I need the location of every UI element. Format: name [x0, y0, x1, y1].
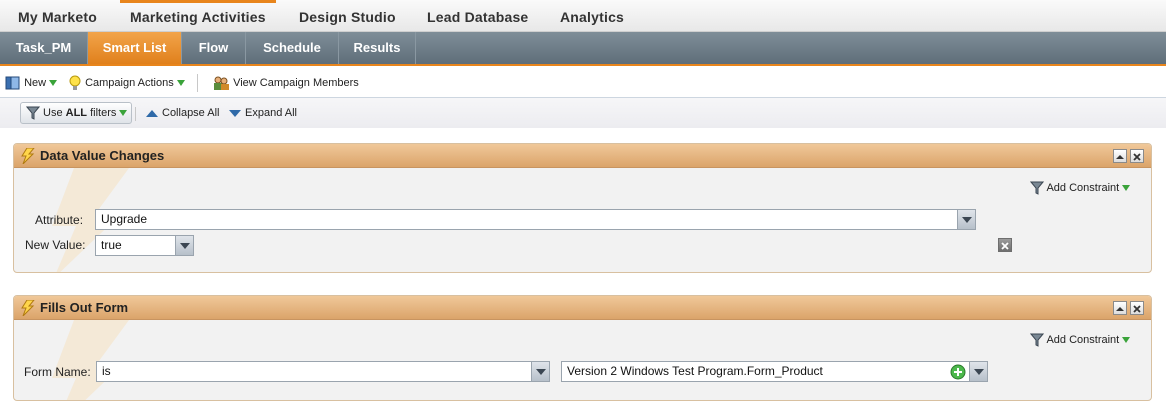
dropdown-arrow-icon [49, 80, 58, 87]
collapse-all-link[interactable]: Collapse All [146, 106, 219, 120]
expand-all-label: Expand All [245, 107, 297, 119]
filterbar-divider [135, 107, 136, 121]
dropdown-arrow-icon [1122, 185, 1131, 191]
nav-lead-database[interactable]: Lead Database [427, 0, 528, 32]
top-navigation: My Marketo Marketing Activities Design S… [0, 0, 1166, 32]
delete-filter-button[interactable] [1130, 149, 1144, 163]
close-icon [1133, 305, 1141, 313]
tab-results[interactable]: Results [339, 32, 416, 64]
form-name-value: Version 2 Windows Test Program.Form_Prod… [567, 364, 823, 378]
filter-panel-fills-out-form: Fills Out Form Add Constraint Form Name:… [13, 295, 1152, 401]
attribute-select[interactable]: Upgrade [95, 209, 976, 230]
collapse-icon [146, 109, 158, 117]
lightning-icon [21, 300, 35, 316]
attribute-value: Upgrade [101, 212, 148, 226]
dropdown-arrow-icon [957, 210, 975, 229]
tab-flow[interactable]: Flow [182, 32, 246, 64]
form-name-label: Form Name: [24, 365, 91, 379]
new-value-select[interactable]: true [95, 235, 194, 256]
dropdown-arrow-icon [969, 362, 987, 381]
toolbar: New Campaign Actions View Campaign Membe… [0, 68, 1166, 98]
form-name-select[interactable]: Version 2 Windows Test Program.Form_Prod… [561, 361, 988, 382]
add-value-icon[interactable] [950, 364, 966, 380]
nav-design-studio[interactable]: Design Studio [299, 0, 396, 32]
tab-schedule[interactable]: Schedule [246, 32, 339, 64]
funnel-icon [1029, 181, 1045, 195]
tab-task-pm[interactable]: Task_PM [0, 32, 88, 64]
close-icon [1133, 153, 1141, 161]
nav-analytics[interactable]: Analytics [560, 0, 624, 32]
campaign-tabs: Task_PM Smart List Flow Schedule Results [0, 32, 1166, 66]
funnel-icon [1029, 333, 1045, 347]
people-icon [214, 76, 229, 91]
dropdown-arrow-icon [176, 80, 185, 87]
new-button[interactable]: New [5, 74, 58, 92]
new-value-label: New Value: [25, 238, 86, 252]
use-all-filters-button[interactable]: Use ALL filters [20, 102, 132, 124]
chevron-up-icon [1116, 307, 1124, 311]
nav-my-marketo[interactable]: My Marketo [18, 0, 97, 32]
new-icon [5, 76, 20, 90]
tab-smart-list[interactable]: Smart List [88, 32, 182, 64]
nav-marketing-activities[interactable]: Marketing Activities [120, 0, 276, 32]
add-constraint-button[interactable]: Add Constraint [1029, 333, 1131, 347]
view-campaign-members-label: View Campaign Members [233, 77, 359, 89]
form-operator-value: is [102, 364, 111, 378]
dropdown-arrow-icon [175, 236, 193, 255]
collapse-filter-button[interactable] [1113, 149, 1127, 163]
add-constraint-label: Add Constraint [1046, 181, 1120, 194]
toolbar-divider [197, 74, 198, 92]
filter-title: Data Value Changes [40, 148, 165, 163]
filter-panel-data-value-changes: Data Value Changes Add Constraint Attrib… [13, 143, 1152, 273]
delete-filter-button[interactable] [1130, 301, 1144, 315]
filter-panel-header: Fills Out Form [14, 296, 1151, 320]
collapse-all-label: Collapse All [162, 107, 220, 119]
remove-constraint-button[interactable] [998, 238, 1012, 252]
filter-logic-bar: Use ALL filters Collapse All Expand All [0, 98, 1166, 128]
lightbulb-icon [69, 75, 81, 91]
close-icon [1001, 242, 1009, 250]
form-operator-select[interactable]: is [96, 361, 550, 382]
campaign-actions-label: Campaign Actions [85, 77, 174, 89]
add-constraint-button[interactable]: Add Constraint [1029, 181, 1131, 195]
filter-title: Fills Out Form [40, 300, 129, 315]
filter-panel-header: Data Value Changes [14, 144, 1151, 168]
use-all-bold: ALL [65, 107, 88, 119]
expand-icon [229, 109, 241, 117]
lightning-icon [21, 148, 35, 164]
expand-all-link[interactable]: Expand All [229, 106, 297, 120]
new-label: New [24, 77, 47, 89]
chevron-up-icon [1116, 155, 1124, 159]
dropdown-arrow-icon [1122, 337, 1131, 343]
collapse-filter-button[interactable] [1113, 301, 1127, 315]
funnel-icon [26, 106, 40, 120]
use-all-prefix: Use [43, 107, 63, 119]
new-value-value: true [101, 238, 122, 252]
campaign-actions-button[interactable]: Campaign Actions [68, 74, 185, 92]
dropdown-arrow-icon [119, 110, 128, 117]
add-constraint-label: Add Constraint [1046, 333, 1120, 346]
use-all-suffix: filters [90, 107, 117, 119]
view-campaign-members-button[interactable]: View Campaign Members [212, 74, 359, 92]
attribute-label: Attribute: [35, 213, 84, 227]
dropdown-arrow-icon [531, 362, 549, 381]
marketo-smart-list-screen: My Marketo Marketing Activities Design S… [0, 0, 1166, 417]
